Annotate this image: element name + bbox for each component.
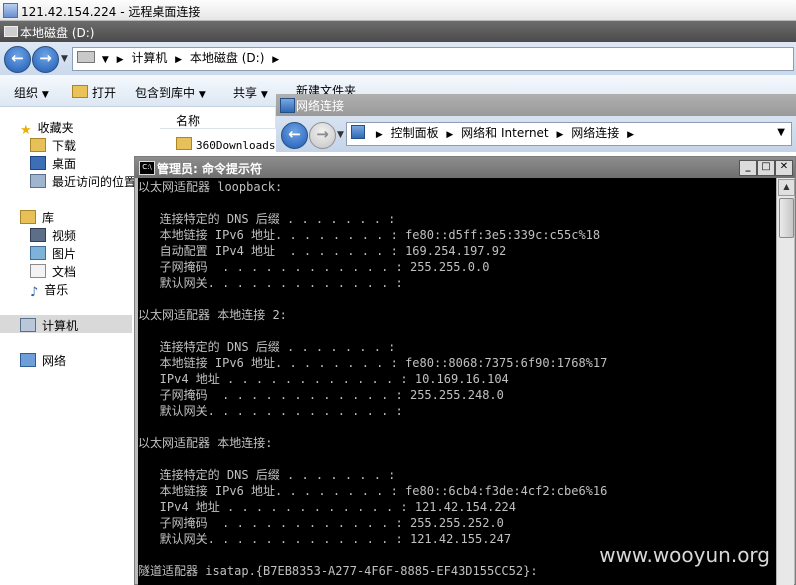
breadcrumb-separator-icon[interactable]: ▶	[556, 130, 563, 140]
network-address-bar: ← → ▼ ▶ 控制面板 ▶ 网络和 Internet ▶ 网络连接 ▶ ▼	[276, 116, 796, 152]
console-line: 默认网关. . . . . . . . . . . . . :	[138, 404, 403, 418]
console-line: IPv4 地址 . . . . . . . . . . . . : 10.169…	[138, 372, 509, 386]
network-address-input[interactable]: ▶ 控制面板 ▶ 网络和 Internet ▶ 网络连接 ▶ ▼	[346, 122, 792, 146]
include-in-library-button[interactable]: 包含到库中 ▼	[135, 84, 206, 101]
network-connections-titlebar[interactable]: 网络连接	[276, 94, 796, 116]
console-line: 默认网关. . . . . . . . . . . . . : 121.42.1…	[138, 532, 512, 546]
network-connections-title: 网络连接	[296, 99, 345, 113]
star-icon: ★	[20, 123, 32, 138]
nav-network[interactable]: 网络	[20, 352, 66, 369]
music-note-icon: ♪	[30, 285, 39, 300]
breadcrumb-separator-icon[interactable]: ▶	[376, 130, 383, 140]
console-line: 以太网适配器 本地连接:	[138, 436, 273, 450]
remote-desktop-titlebar[interactable]: 121.42.154.224 - 远程桌面连接	[0, 0, 796, 21]
breadcrumb-separator-icon: ▶	[116, 55, 124, 65]
libraries-icon	[20, 210, 36, 224]
chevron-down-icon[interactable]: ▼	[102, 55, 109, 65]
console-line: 以太网适配器 loopback:	[138, 180, 283, 194]
console-line: 以太网适配器 本地连接 2:	[138, 308, 287, 322]
explorer-titlebar[interactable]: 本地磁盘 (D:)	[0, 21, 796, 42]
nav-desktop[interactable]: 桌面	[30, 155, 76, 172]
remote-desktop-title: 121.42.154.224 - 远程桌面连接	[21, 5, 201, 19]
network-connections-icon	[280, 98, 295, 113]
network-back-button[interactable]: ←	[281, 122, 308, 149]
watermark: www.wooyun.org	[599, 543, 770, 567]
cmd-console-output[interactable]: 以太网适配器 loopback: 连接特定的 DNS 后缀 . . . . . …	[138, 178, 776, 585]
cmd-titlebar[interactable]: C:\ 管理员: 命令提示符 _ □ ✕	[135, 157, 795, 178]
breadcrumb-drive[interactable]: 本地磁盘 (D:)	[190, 51, 264, 65]
breadcrumb-separator-icon[interactable]: ▶	[446, 130, 453, 140]
computer-icon	[20, 318, 36, 332]
share-button[interactable]: 共享 ▼	[233, 84, 268, 101]
open-button[interactable]: 打开	[72, 84, 116, 101]
console-line: 子网掩码 . . . . . . . . . . . . : 255.255.2…	[138, 516, 504, 530]
cmd-title: 管理员: 命令提示符	[157, 162, 262, 176]
nav-libraries[interactable]: 库	[20, 209, 54, 226]
console-line: 本地链接 IPv6 地址. . . . . . . . : fe80::6cb4…	[138, 484, 608, 498]
back-button[interactable]: ←	[4, 46, 31, 73]
breadcrumb-control-panel[interactable]: 控制面板	[391, 126, 439, 140]
chevron-down-icon: ▼	[260, 90, 268, 100]
network-recent-pages-arrow-icon[interactable]: ▼	[337, 130, 344, 140]
console-line: 连接特定的 DNS 后缀 . . . . . . . :	[138, 212, 396, 226]
nav-videos[interactable]: 视频	[30, 227, 76, 244]
nav-music[interactable]: ♪ 音乐	[30, 281, 68, 300]
console-line: 自动配置 IPv4 地址 . . . . . . . : 169.254.197…	[138, 244, 507, 258]
nav-computer[interactable]: 计算机	[0, 315, 132, 333]
organize-button[interactable]: 组织 ▼	[14, 84, 49, 101]
breadcrumb-network-connections[interactable]: 网络连接	[571, 126, 619, 140]
console-line: 本地链接 IPv6 地址. . . . . . . . : fe80::d5ff…	[138, 228, 601, 242]
network-forward-button[interactable]: →	[309, 122, 336, 149]
console-line: 子网掩码 . . . . . . . . . . . . : 255.255.0…	[138, 260, 490, 274]
column-header-name[interactable]: 名称	[160, 107, 276, 129]
drive-icon	[4, 26, 18, 37]
console-line: 连接特定的 DNS 后缀 . . . . . . . :	[138, 468, 396, 482]
explorer-title: 本地磁盘 (D:)	[20, 26, 95, 40]
cmd-icon: C:\	[139, 161, 155, 175]
folder-open-icon	[72, 85, 88, 98]
chevron-down-icon: ▼	[198, 90, 206, 100]
console-line: 子网掩码 . . . . . . . . . . . . : 255.255.2…	[138, 388, 504, 402]
control-panel-icon	[351, 125, 365, 139]
nav-favorites[interactable]: ★ 收藏夹	[20, 119, 74, 138]
address-dropdown-icon[interactable]: ▼	[777, 123, 785, 143]
scroll-up-icon[interactable]: ▲	[778, 179, 795, 196]
nav-pictures[interactable]: 图片	[30, 245, 76, 262]
breadcrumb-computer[interactable]: 计算机	[131, 51, 167, 65]
console-line: 隧道适配器 isatap.{B7EB8353-A277-4F6F-8885-EF…	[138, 564, 538, 578]
recent-places-icon	[30, 174, 46, 188]
console-line: 默认网关. . . . . . . . . . . . . :	[138, 276, 403, 290]
explorer-address-bar: ← → ▼ ▼ ▶ 计算机 ▶ 本地磁盘 (D:) ▶	[0, 42, 796, 75]
folder-icon	[176, 137, 192, 150]
minimize-button[interactable]: _	[739, 160, 757, 176]
remote-desktop-icon	[3, 3, 18, 18]
console-line: 本地链接 IPv6 地址. . . . . . . . : fe80::8068…	[138, 356, 608, 370]
list-item[interactable]: 360Downloads	[176, 137, 275, 152]
console-line: IPv4 地址 . . . . . . . . . . . . : 121.42…	[138, 500, 517, 514]
breadcrumb-separator-icon[interactable]: ▶	[272, 55, 279, 65]
breadcrumb-network-internet[interactable]: 网络和 Internet	[461, 126, 548, 140]
chevron-down-icon: ▼	[41, 90, 49, 100]
cmd-scrollbar[interactable]: ▲	[776, 178, 795, 585]
nav-recent-places[interactable]: 最近访问的位置	[30, 173, 136, 190]
scroll-thumb[interactable]	[779, 198, 794, 238]
video-icon	[30, 228, 46, 242]
network-icon	[20, 353, 36, 367]
breadcrumb-separator-icon[interactable]: ▶	[175, 55, 182, 65]
downloads-folder-icon	[30, 138, 46, 152]
nav-documents[interactable]: 文档	[30, 263, 76, 280]
recent-pages-arrow-icon[interactable]: ▼	[61, 54, 68, 64]
maximize-button[interactable]: □	[757, 160, 775, 176]
document-icon	[30, 264, 46, 278]
picture-icon	[30, 246, 46, 260]
nav-downloads[interactable]: 下载	[30, 137, 76, 154]
explorer-address-input[interactable]: ▼ ▶ 计算机 ▶ 本地磁盘 (D:) ▶	[72, 47, 794, 71]
desktop-icon	[30, 156, 46, 170]
breadcrumb-separator-icon[interactable]: ▶	[627, 130, 634, 140]
computer-icon	[77, 51, 95, 63]
forward-button[interactable]: →	[32, 46, 59, 73]
close-button[interactable]: ✕	[775, 160, 793, 176]
console-line: 连接特定的 DNS 后缀 . . . . . . . :	[138, 340, 396, 354]
